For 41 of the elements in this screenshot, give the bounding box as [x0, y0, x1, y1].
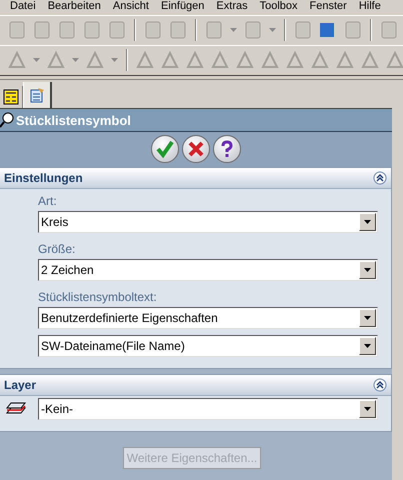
caret-icon: [364, 344, 371, 348]
dropdown[interactable]: Kreis: [38, 211, 378, 233]
caret-icon[interactable]: [230, 28, 237, 32]
menu-item[interactable]: Toolbox: [260, 0, 298, 13]
caret-icon[interactable]: [111, 58, 118, 62]
section-header[interactable]: Layer: [0, 375, 391, 396]
document-icon: [29, 87, 45, 103]
caret-icon: [364, 268, 371, 272]
section-header[interactable]: Einstellungen: [0, 168, 391, 189]
section-title: Einstellungen: [4, 171, 83, 185]
menu-item[interactable]: Extras: [216, 0, 248, 13]
panel-title: Stücklistensymbol: [16, 112, 131, 128]
caret-icon: [364, 316, 371, 320]
dropdown[interactable]: 2 Zeichen: [38, 259, 378, 281]
collapse-icon[interactable]: [373, 378, 387, 392]
menu-item[interactable]: Datei: [10, 0, 36, 13]
menu-item[interactable]: Einfügen: [160, 0, 204, 13]
caret-icon[interactable]: [72, 58, 79, 62]
tree-icon: [3, 89, 19, 105]
menu-item[interactable]: Fenster: [310, 0, 347, 13]
caret-icon: [364, 220, 371, 224]
field-label: Stücklistensymboltext:: [37, 289, 158, 306]
panel-tab[interactable]: [23, 82, 52, 108]
dropdown[interactable]: -Kein-: [38, 398, 378, 420]
menu-item[interactable]: Ansicht: [112, 0, 149, 13]
menu-item[interactable]: Bearbeiten: [48, 0, 101, 13]
menu-item[interactable]: Hilfe: [358, 0, 381, 13]
caret-icon[interactable]: [269, 28, 276, 32]
close-icon: [186, 139, 206, 159]
checkmark-icon: [155, 139, 175, 159]
collapse-icon[interactable]: [373, 171, 387, 185]
caret-icon[interactable]: [33, 58, 40, 62]
help-button[interactable]: [213, 135, 241, 163]
ok-button[interactable]: [151, 135, 179, 163]
cancel-button[interactable]: [182, 135, 210, 163]
dropdown[interactable]: SW-Dateiname(File Name): [38, 335, 378, 357]
field-label: Größe:: [37, 241, 76, 258]
dropdown[interactable]: Benutzerdefinierte Eigenschaften: [38, 307, 378, 329]
caret-icon: [364, 407, 371, 411]
field-label: Art:: [37, 193, 58, 210]
section-title: Layer: [4, 378, 36, 392]
